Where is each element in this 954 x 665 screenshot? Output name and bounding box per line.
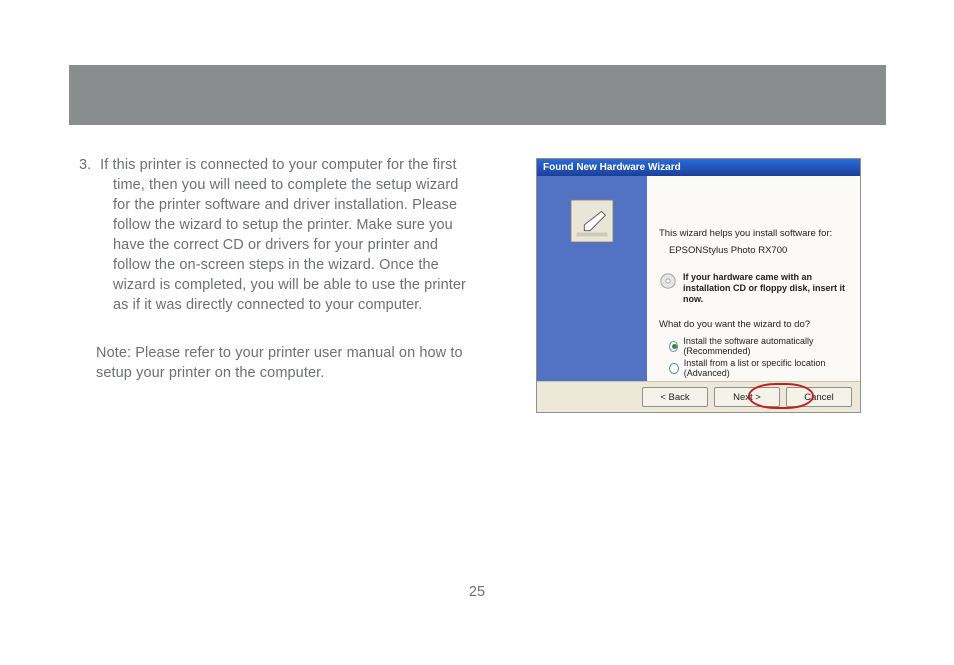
back-button[interactable]: < Back: [642, 387, 708, 407]
next-button[interactable]: Next >: [714, 387, 780, 407]
page-number: 25: [0, 584, 954, 600]
wizard-device-name: EPSONStylus Photo RX700: [669, 245, 848, 256]
wizard-intro-text: This wizard helps you install software f…: [659, 228, 848, 239]
wizard-radio-group: Install the software automatically (Reco…: [669, 336, 848, 378]
hardware-icon: [569, 198, 615, 244]
gray-header-banner: [69, 65, 886, 125]
wizard-sidebar-graphic: [537, 176, 647, 394]
wizard-title-bar: Found New Hardware Wizard: [537, 159, 860, 176]
step-text: If this printer is connected to your com…: [100, 157, 466, 313]
wizard-what-prompt: What do you want the wizard to do?: [659, 319, 848, 330]
step-3-paragraph: 3. If this printer is connected to your …: [96, 155, 468, 315]
radio-list-label: Install from a list or specific location…: [684, 358, 848, 378]
wizard-button-row: < Back Next > Cancel: [537, 381, 860, 412]
instruction-text-column: 3. If this printer is connected to your …: [96, 155, 468, 383]
cd-icon: [659, 272, 677, 290]
radio-install-from-list[interactable]: Install from a list or specific location…: [669, 358, 848, 378]
radio-install-auto[interactable]: Install the software automatically (Reco…: [669, 336, 848, 356]
radio-dot-icon: [669, 341, 678, 352]
cancel-button[interactable]: Cancel: [786, 387, 852, 407]
radio-dot-icon: [669, 363, 679, 374]
found-new-hardware-wizard-dialog: Found New Hardware Wizard This wizard he…: [536, 158, 861, 413]
radio-auto-label: Install the software automatically (Reco…: [683, 336, 848, 356]
wizard-hw-notice: If your hardware came with an installati…: [683, 272, 848, 305]
note-paragraph: Note: Please refer to your printer user …: [96, 343, 468, 383]
wizard-main-panel: This wizard helps you install software f…: [647, 176, 860, 394]
